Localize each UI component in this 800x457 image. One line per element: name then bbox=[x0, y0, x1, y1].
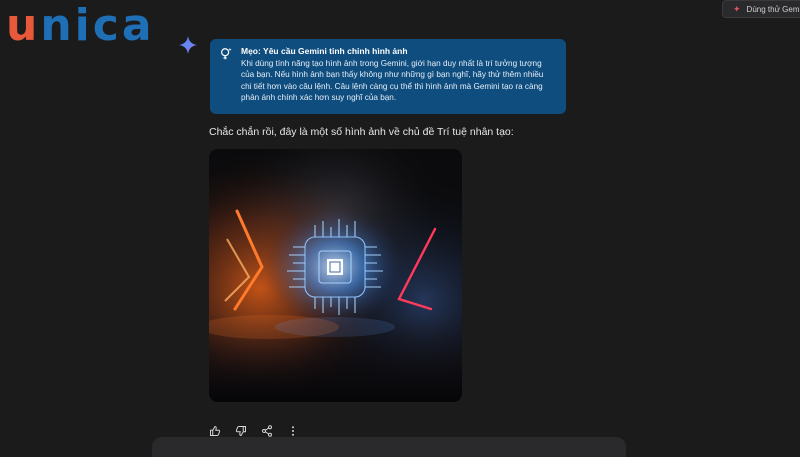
tip-body: Khi dùng tính năng tạo hình ảnh trong Ge… bbox=[241, 59, 544, 102]
tip-bulb-icon bbox=[221, 47, 232, 60]
response-text: Chắc chắn rồi, đây là một số hình ảnh về… bbox=[209, 126, 514, 138]
share-icon[interactable] bbox=[261, 425, 273, 437]
try-gemini-button[interactable]: ✦ Dùng thử Gemini bbox=[722, 0, 800, 18]
sparkle-icon: ✦ bbox=[733, 3, 741, 14]
gemini-sparkle-icon bbox=[179, 36, 197, 54]
tip-title: Mẹo: Yêu cầu Gemini tinh chỉnh hình ảnh bbox=[241, 46, 408, 56]
thumbs-up-icon[interactable] bbox=[209, 425, 221, 437]
ai-chip-neon-image bbox=[209, 149, 462, 402]
prompt-input-bar[interactable] bbox=[152, 437, 626, 457]
thumbs-down-icon[interactable] bbox=[235, 425, 247, 437]
try-gemini-label: Dùng thử Gemini bbox=[746, 4, 800, 14]
unica-logo: unica bbox=[6, 0, 155, 51]
response-actions bbox=[209, 425, 299, 437]
more-vert-icon[interactable] bbox=[287, 425, 299, 437]
tip-card: Mẹo: Yêu cầu Gemini tinh chỉnh hình ảnh … bbox=[210, 39, 566, 114]
generated-image[interactable] bbox=[209, 149, 462, 402]
